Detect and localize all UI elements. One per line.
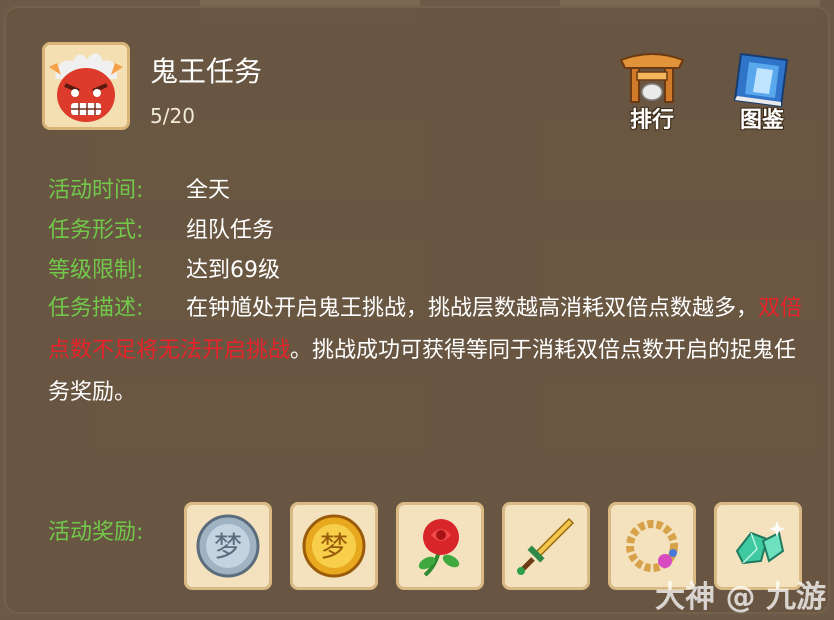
ranking-gate-icon: [619, 53, 685, 103]
detail-row-form: 任务形式: 组队任务: [48, 212, 274, 244]
form-key: 任务形式:: [48, 218, 144, 243]
reward-slot[interactable]: [502, 502, 590, 590]
task-title: 鬼王任务: [150, 55, 263, 88]
reward-label: 活动奖励:: [48, 520, 144, 545]
level-key: 等级限制:: [48, 258, 144, 283]
svg-text:梦: 梦: [320, 530, 348, 563]
gold-dream-coin-icon: 梦: [302, 514, 366, 578]
detail-row-level: 等级限制: 达到69级: [48, 252, 280, 284]
task-description: 任务描述: 在钟馗处开启鬼王挑战，挑战层数越高消耗双倍点数越多，双倍点数不足将无法…: [48, 288, 808, 414]
sword-icon: [517, 517, 575, 575]
level-value: 达到69级: [186, 258, 280, 283]
desc-text-part1: 在钟馗处开启鬼王挑战，挑战层数越高消耗双倍点数越多，: [186, 296, 759, 321]
svg-text:梦: 梦: [214, 530, 242, 563]
desc-key: 任务描述:: [48, 296, 144, 321]
jade-crystal-icon: [735, 521, 785, 565]
time-key: 活动时间:: [48, 178, 144, 203]
reward-slot[interactable]: 梦: [290, 502, 378, 590]
reward-slot[interactable]: [396, 502, 484, 590]
ranking-button[interactable]: 排行: [612, 50, 692, 134]
detail-row-time: 活动时间: 全天: [48, 172, 230, 204]
time-value: 全天: [186, 178, 231, 203]
handbook-book-icon: [733, 52, 789, 108]
handbook-button[interactable]: 图鉴: [722, 50, 802, 134]
watermark: 大神 @ 九游: [655, 580, 826, 615]
silver-dream-coin-icon: 梦: [196, 514, 260, 578]
rose-icon: [418, 519, 460, 577]
reward-slot[interactable]: 梦: [184, 502, 272, 590]
task-detail-panel: 鬼王任务 5/20 排行 图鉴 活动时间: 全天 任务形式: 组队任务 等级限制: 达…: [4, 6, 830, 614]
task-progress: 5/20: [150, 104, 195, 128]
form-value: 组队任务: [186, 218, 275, 243]
handbook-label: 图鉴: [739, 108, 784, 133]
ghost-king-portrait-icon: [42, 42, 130, 130]
ranking-label: 排行: [629, 108, 674, 133]
bead-bracelet-icon: [626, 520, 678, 572]
